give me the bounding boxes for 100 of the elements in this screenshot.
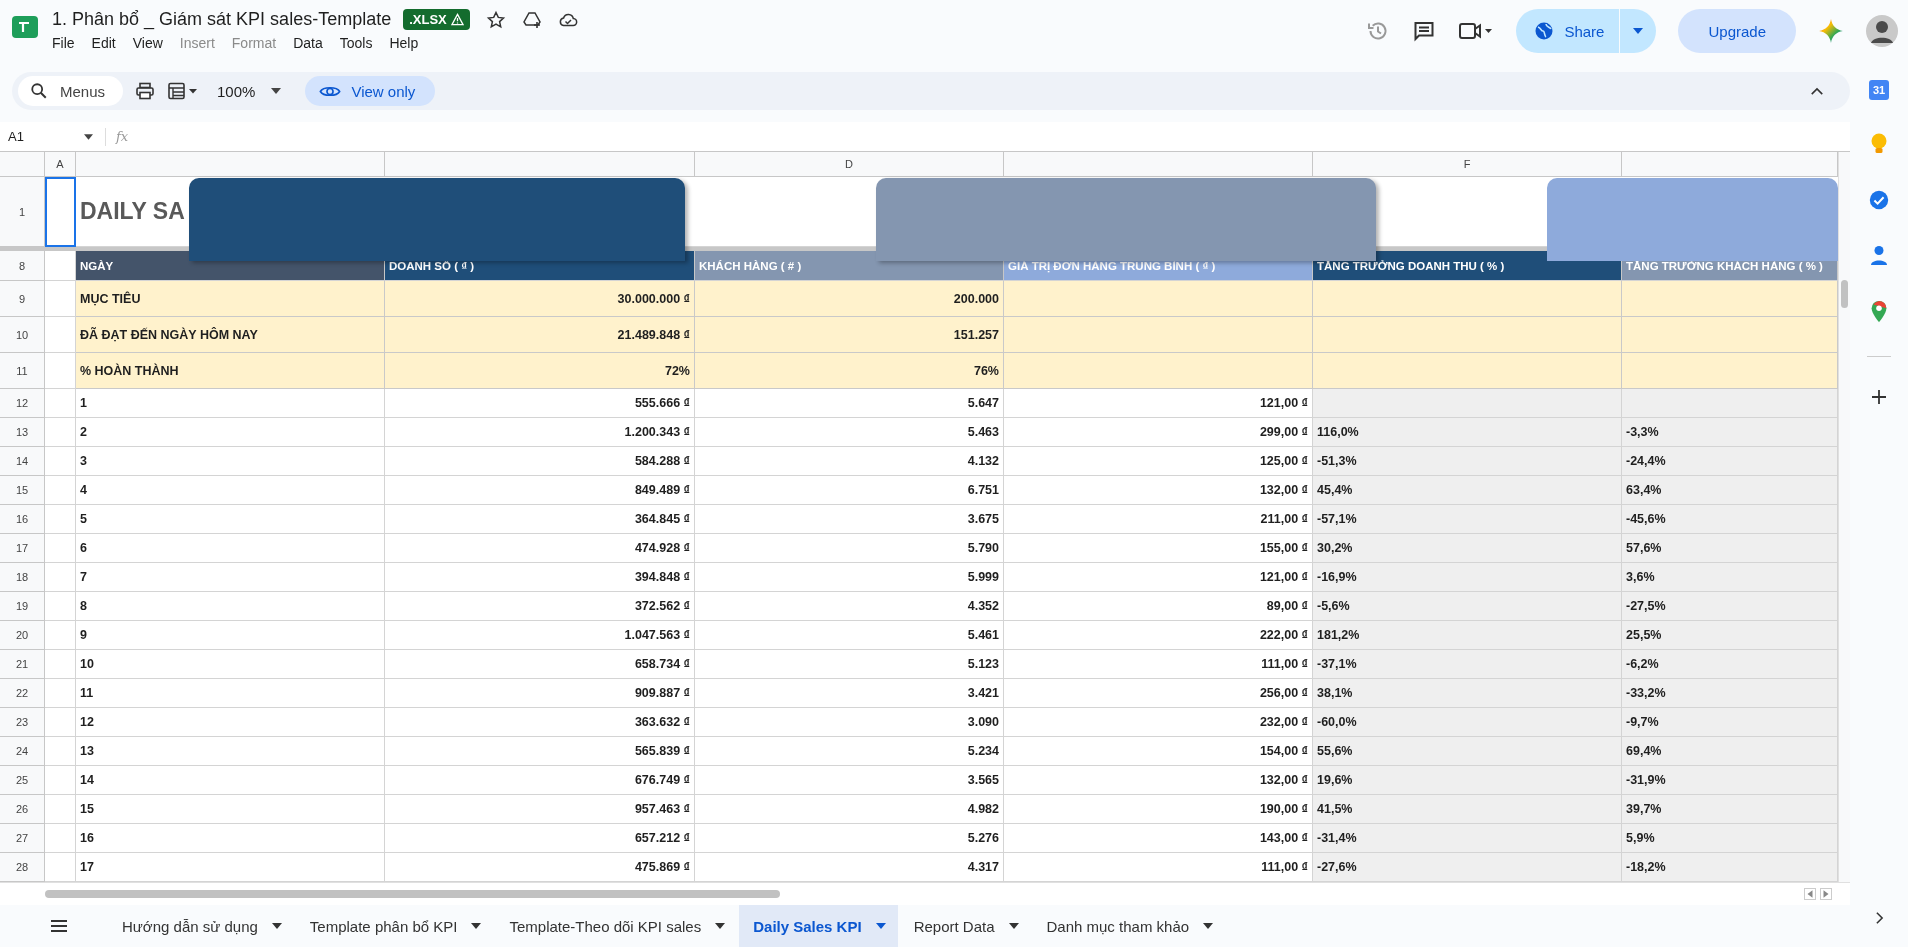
sheet-tab[interactable]: Template-Theo dõi KPI sales	[495, 905, 738, 947]
table-cell: 1.200.343 ₫	[385, 418, 695, 447]
upgrade-button[interactable]: Upgrade	[1678, 9, 1796, 53]
sheet-tab[interactable]: Report Data	[899, 905, 1031, 947]
row-number[interactable]: 16	[0, 505, 45, 534]
share-button[interactable]: Share	[1516, 9, 1620, 53]
sheet-tab[interactable]: Daily Sales KPI	[739, 905, 898, 947]
selected-cell[interactable]	[45, 177, 76, 247]
view-only-button[interactable]: View only	[305, 76, 436, 106]
table-cell: 13	[76, 737, 385, 766]
print-icon[interactable]	[135, 81, 156, 101]
sheet-tab[interactable]: Danh mục tham khảo	[1032, 905, 1226, 947]
table-cell	[45, 534, 76, 563]
avatar-icon[interactable]	[1866, 15, 1898, 47]
table-cell: 222,00 ₫	[1004, 621, 1313, 650]
table-cell: 45,4%	[1313, 476, 1622, 505]
collapse-icon[interactable]	[1810, 86, 1824, 96]
row-number[interactable]: 14	[0, 447, 45, 476]
caret-icon	[1203, 923, 1214, 929]
menus-search-field[interactable]: Menus	[18, 76, 124, 106]
drive-add-icon[interactable]	[521, 9, 542, 30]
row-number[interactable]: 23	[0, 708, 45, 737]
table-cell: 4.982	[695, 795, 1004, 824]
table-cell	[45, 795, 76, 824]
table-cell: -57,1%	[1313, 505, 1622, 534]
table-cell: 8	[76, 592, 385, 621]
menu-item[interactable]: Tools	[339, 35, 373, 51]
table-cell: 565.839 ₫	[385, 737, 695, 766]
row-number[interactable]: 21	[0, 650, 45, 679]
row-number[interactable]: 9	[0, 281, 45, 317]
table-cell	[45, 592, 76, 621]
table-cell: 57,6%	[1622, 534, 1838, 563]
row-number[interactable]: 10	[0, 317, 45, 353]
caret-icon	[1008, 923, 1019, 929]
row-number[interactable]: 24	[0, 737, 45, 766]
row-number[interactable]: 26	[0, 795, 45, 824]
person-icon[interactable]	[1868, 244, 1890, 268]
cell-reference[interactable]: A1	[0, 129, 84, 144]
table-cell: 154,00 ₫	[1004, 737, 1313, 766]
scroll-right-icon[interactable]	[1820, 888, 1832, 900]
document-title[interactable]: 1. Phân bổ _ Giám sát KPI sales-Template	[52, 9, 392, 30]
table-cell: 30,2%	[1313, 534, 1622, 563]
table-cell: 474.928 ₫	[385, 534, 695, 563]
column-header[interactable]: A	[45, 152, 76, 177]
menu-icon[interactable]	[50, 919, 68, 933]
table-cell: 30.000.000 ₫	[385, 281, 695, 317]
star-icon[interactable]	[485, 9, 506, 30]
table-cell	[45, 824, 76, 853]
row-number[interactable]: 8	[0, 251, 45, 281]
row-number[interactable]: 25	[0, 766, 45, 795]
table-cell: 121,00 ₫	[1004, 389, 1313, 418]
zoom-selector[interactable]: 100%	[211, 82, 288, 100]
scrollbar-thumb[interactable]	[1841, 280, 1848, 308]
comment-icon[interactable]	[1412, 19, 1437, 43]
table-cell: -16,9%	[1313, 563, 1622, 592]
menu-item[interactable]: Data	[293, 35, 323, 51]
row-number[interactable]: 17	[0, 534, 45, 563]
table-cell: 658.734 ₫	[385, 650, 695, 679]
row-number[interactable]: 27	[0, 824, 45, 853]
menu-item[interactable]: View	[132, 35, 163, 51]
check-circle-icon[interactable]	[1868, 188, 1890, 212]
row-number[interactable]: 1	[0, 177, 45, 247]
table-cell: 3.565	[695, 766, 1004, 795]
menu-item[interactable]: File	[52, 35, 75, 51]
sheet-tab[interactable]: Hướng dẫn sử dụng	[108, 905, 294, 947]
sparkle-icon[interactable]	[1818, 18, 1844, 44]
chevron-right-icon[interactable]	[1874, 911, 1884, 925]
table-cell: 151.257	[695, 317, 1004, 353]
row-number[interactable]: 11	[0, 353, 45, 389]
table-cell: 116,0%	[1313, 418, 1622, 447]
caret-icon	[471, 923, 482, 929]
table-cell: 849.489 ₫	[385, 476, 695, 505]
row-number[interactable]: 22	[0, 679, 45, 708]
caret-icon[interactable]	[84, 133, 93, 140]
table-cell: 12	[76, 708, 385, 737]
menu-item[interactable]: Help	[389, 35, 419, 51]
row-number[interactable]: 12	[0, 389, 45, 418]
table-cell: 5.234	[695, 737, 1004, 766]
table-cell: 38,1%	[1313, 679, 1622, 708]
table-cell	[45, 621, 76, 650]
format-icon[interactable]	[167, 81, 200, 101]
column-header[interactable]: D	[695, 152, 1004, 177]
column-header[interactable]: F	[1313, 152, 1622, 177]
menu-item[interactable]: Edit	[91, 35, 116, 51]
plus-icon[interactable]	[1871, 389, 1887, 405]
scroll-left-icon[interactable]	[1804, 888, 1816, 900]
row-number[interactable]: 15	[0, 476, 45, 505]
scrollbar-thumb[interactable]	[45, 890, 780, 898]
table-cell	[45, 476, 76, 505]
row-number[interactable]: 13	[0, 418, 45, 447]
row-number[interactable]: 19	[0, 592, 45, 621]
sheet-tab[interactable]: Template phân bổ KPI	[295, 905, 494, 947]
table-cell	[45, 563, 76, 592]
row-number[interactable]: 18	[0, 563, 45, 592]
table-cell: 25,5%	[1622, 621, 1838, 650]
caret-icon	[715, 923, 726, 929]
table-cell: 15	[76, 795, 385, 824]
row-number[interactable]: 20	[0, 621, 45, 650]
row-number[interactable]: 28	[0, 853, 45, 882]
calendar-icon[interactable]: 31	[1869, 80, 1889, 100]
